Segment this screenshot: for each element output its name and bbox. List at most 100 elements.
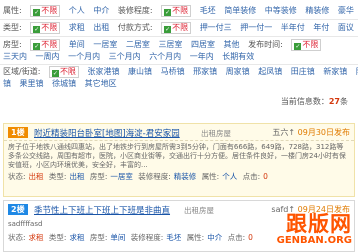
meta-key: 点击: bbox=[227, 233, 246, 242]
filter-room-4[interactable]: 三居室 bbox=[158, 39, 182, 51]
meta-clicks: 0 bbox=[248, 233, 253, 242]
filter-area-11[interactable]: 果里镇 bbox=[20, 78, 44, 90]
filter-time-1[interactable]: 三天内 bbox=[3, 51, 27, 63]
filter-area-6[interactable]: 起凤镇 bbox=[258, 66, 282, 78]
filter-time-5[interactable]: 六个月内 bbox=[149, 51, 181, 63]
listing-category: 出租房屋 bbox=[201, 129, 231, 138]
filter-row-time: 三天内 一周内 一个月内 三个月内 六个月内 一年内 长期有效 bbox=[3, 51, 260, 63]
meta-key: 状态: bbox=[8, 233, 26, 242]
result-count-prefix: 当前信息数： bbox=[280, 97, 329, 106]
filter-decor-luxury[interactable]: 豪华 bbox=[338, 5, 354, 17]
filter-row-area: 区域/街道: ✓ 不限 张家港镇 康山镇 马桥镇 邢家镇 周家镇 起凤镇 田庄镇 … bbox=[3, 66, 358, 78]
listing-title-link[interactable]: 季节性上下班上下班上下班是非曲直 bbox=[34, 204, 170, 216]
filter-label-room: 房型: bbox=[3, 40, 22, 49]
meta-key: 属性: bbox=[201, 172, 220, 181]
check-icon: ✓ bbox=[164, 9, 172, 16]
filter-attr-any[interactable]: ✓ 不限 bbox=[30, 5, 61, 17]
filter-room-2[interactable]: 一居室 bbox=[93, 39, 117, 51]
filter-decor-medium[interactable]: 中等装修 bbox=[265, 5, 297, 17]
check-icon: ✓ bbox=[33, 43, 41, 50]
meta-type[interactable]: 出租 bbox=[69, 172, 84, 181]
filter-room-5[interactable]: 四居室 bbox=[191, 39, 215, 51]
divider bbox=[0, 64, 358, 65]
filter-pay-2[interactable]: 押一付一 bbox=[240, 22, 272, 34]
filter-room-any[interactable]: ✓ 不限 bbox=[30, 39, 61, 51]
meta-key: 状态: bbox=[8, 172, 26, 181]
result-count-number: 27 bbox=[328, 97, 340, 106]
filter-pay-any[interactable]: ✓ 不限 bbox=[161, 22, 192, 34]
meta-attribute[interactable]: 个人 bbox=[222, 172, 237, 181]
filter-area-5[interactable]: 周家镇 bbox=[226, 66, 250, 78]
divider bbox=[0, 36, 358, 37]
filter-label-attribute: 属性: bbox=[3, 6, 22, 15]
filter-area-2[interactable]: 康山镇 bbox=[128, 66, 152, 78]
filter-type-any[interactable]: ✓ 不限 bbox=[30, 22, 61, 34]
filter-row-attribute: 属性: ✓ 不限 个人 中介 装修程度: ✓ 不限 毛坯 简单装修 中等装修 精装修… bbox=[3, 5, 358, 17]
meta-key: 类型: bbox=[48, 233, 67, 242]
watermark-brand: 跟版网 bbox=[286, 211, 352, 236]
filter-time-6[interactable]: 一年内 bbox=[190, 51, 214, 63]
meta-attribute[interactable]: 中介 bbox=[207, 233, 222, 242]
filter-decor-any[interactable]: ✓ 不限 bbox=[161, 5, 192, 17]
meta-status[interactable]: 求租 bbox=[29, 233, 44, 242]
divider bbox=[0, 19, 358, 20]
meta-decoration[interactable]: 毛坯 bbox=[166, 233, 181, 242]
filter-time-7[interactable]: 长期有效 bbox=[222, 51, 254, 63]
filter-label-decoration: 装修程度: bbox=[117, 6, 153, 15]
filter-label-type: 类型: bbox=[3, 23, 22, 32]
listing-item: 1楼 附近精装阳台卧室[地图]海淀-君安家园 出租房屋 五六↑ 09月30日发布… bbox=[3, 123, 355, 197]
listing-weekday: 五六↑ bbox=[272, 128, 296, 137]
filter-time-any[interactable]: ✓ 不限 bbox=[291, 39, 322, 51]
filter-area-4[interactable]: 邢家镇 bbox=[193, 66, 217, 78]
listing-date: 五六↑ 09月30日发布 bbox=[272, 127, 350, 138]
filter-decor-fine[interactable]: 精装修 bbox=[305, 5, 329, 17]
result-count: 当前信息数：27条 bbox=[281, 96, 348, 107]
filter-row-area-more: 镇 果里镇 徐城镇 其它地区 bbox=[3, 78, 123, 90]
meta-key: 属性: bbox=[186, 233, 205, 242]
filter-pay-1[interactable]: 押一付三 bbox=[200, 22, 232, 34]
meta-room[interactable]: 单间 bbox=[110, 233, 125, 242]
meta-room[interactable]: 一居室 bbox=[110, 172, 133, 181]
filter-area-any[interactable]: ✓ 不限 bbox=[48, 66, 79, 78]
filter-time-2[interactable]: 一周内 bbox=[36, 51, 60, 63]
filter-room-1[interactable]: 单间 bbox=[69, 39, 85, 51]
filter-area-7[interactable]: 田庄镇 bbox=[291, 66, 315, 78]
meta-type[interactable]: 求租 bbox=[69, 233, 84, 242]
filter-label-time: 发布时间: bbox=[248, 40, 283, 49]
filter-area-1[interactable]: 张家港镇 bbox=[87, 66, 119, 78]
listing-header: 1楼 附近精装阳台卧室[地图]海淀-君安家园 出租房屋 五六↑ 09月30日发布 bbox=[4, 124, 354, 141]
check-icon: ✓ bbox=[164, 26, 172, 33]
listing-category: 出租房屋 bbox=[184, 206, 214, 215]
meta-key: 类型: bbox=[48, 172, 67, 181]
meta-key: 装修程度: bbox=[138, 172, 171, 181]
filter-pay-5[interactable]: 面议 bbox=[338, 22, 354, 34]
filter-attr-personal[interactable]: 个人 bbox=[69, 5, 85, 17]
meta-status[interactable]: 出租 bbox=[29, 172, 44, 181]
listing-floor-badge: 2楼 bbox=[8, 204, 28, 215]
filter-area-3[interactable]: 马桥镇 bbox=[161, 66, 185, 78]
meta-decoration[interactable]: 精装修 bbox=[174, 172, 197, 181]
filter-area-8[interactable]: 新家镇 bbox=[323, 66, 347, 78]
listing-title-link[interactable]: 附近精装阳台卧室[地图]海淀-君安家园 bbox=[34, 127, 180, 139]
filter-type-rent[interactable]: 出租 bbox=[93, 22, 109, 34]
filter-time-4[interactable]: 三个月内 bbox=[109, 51, 141, 63]
filter-room-6[interactable]: 其他 bbox=[224, 39, 240, 51]
filter-decor-simple[interactable]: 简单装修 bbox=[224, 5, 256, 17]
check-icon: ✓ bbox=[294, 43, 302, 50]
filter-panel: 属性: ✓ 不限 个人 中介 装修程度: ✓ 不限 毛坯 简单装修 中等装修 精装修… bbox=[0, 0, 358, 88]
filter-area-10[interactable]: 镇 bbox=[3, 78, 11, 90]
filter-room-3[interactable]: 二居室 bbox=[126, 39, 150, 51]
filter-pay-3[interactable]: 半年付 bbox=[281, 22, 305, 34]
filter-time-3[interactable]: 一个月内 bbox=[68, 51, 100, 63]
filter-pay-4[interactable]: 年付 bbox=[313, 22, 329, 34]
meta-key: 装修程度: bbox=[130, 233, 164, 242]
filter-attr-agency[interactable]: 中介 bbox=[93, 5, 109, 17]
filter-area-12[interactable]: 徐城镇 bbox=[52, 78, 76, 90]
watermark-url: GENBAN.ORG bbox=[276, 235, 352, 246]
meta-key: 点击: bbox=[242, 172, 261, 181]
filter-area-13[interactable]: 其它地区 bbox=[85, 78, 117, 90]
filter-label-area: 区域/街道: bbox=[3, 67, 41, 76]
filter-decor-rough[interactable]: 毛坯 bbox=[200, 5, 216, 17]
listing-meta: 状态: 出租 类型: 出租 房型: 一居室 装修程度: 精装修 属性: 个人 点击: 0 bbox=[4, 171, 354, 183]
filter-type-seek[interactable]: 求租 bbox=[69, 22, 85, 34]
